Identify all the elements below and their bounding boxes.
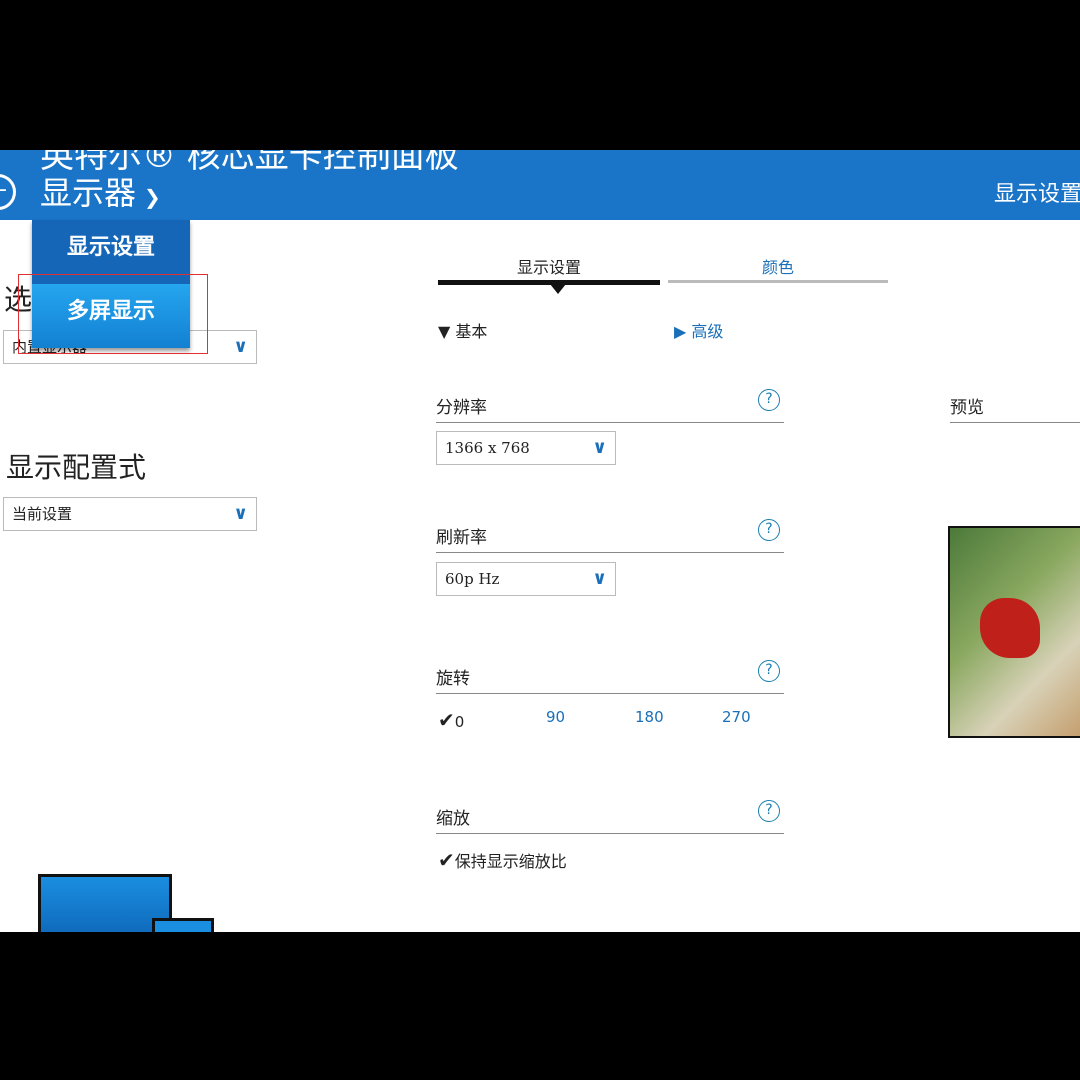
scaling-label: 缩放	[436, 809, 470, 829]
resolution-label: 分辨率	[436, 398, 487, 418]
help-icon[interactable]: ?	[758, 519, 780, 541]
chevron-down-icon: ❯	[144, 185, 161, 209]
resolution-select[interactable]: 1366 x 768 ∨	[436, 431, 616, 465]
basic-toggle[interactable]: ▼ 基本	[438, 318, 487, 342]
rotation-option-180[interactable]: 180	[635, 708, 664, 726]
advanced-toggle[interactable]: ▶ 高级	[674, 318, 723, 342]
refresh-select[interactable]: 60p Hz ∨	[436, 562, 616, 596]
advanced-label: 高级	[691, 322, 724, 341]
refresh-value: 60p Hz	[445, 570, 500, 588]
tab-display-settings[interactable]: 显示设置	[438, 254, 660, 278]
checkmark-icon: ✔	[438, 848, 455, 872]
refresh-header: 刷新率?	[436, 519, 784, 553]
tab-color[interactable]: 颜色	[668, 254, 888, 278]
help-icon[interactable]: ?	[758, 800, 780, 822]
rotation-option-270[interactable]: 270	[722, 708, 751, 726]
rotation-option-90[interactable]: 90	[546, 708, 565, 726]
hand-shape	[980, 598, 1040, 658]
help-icon[interactable]: ?	[758, 389, 780, 411]
keep-aspect-checkbox[interactable]: ✔保持显示缩放比	[438, 848, 567, 872]
header-bar: 英特尔® 核芯显卡控制面板 ← 显示器❯ 显示设置	[0, 150, 1080, 220]
back-icon[interactable]: ←	[0, 174, 16, 210]
tab-inactive-line	[668, 280, 888, 283]
resolution-value: 1366 x 768	[445, 439, 530, 457]
scaling-header: 缩放?	[436, 800, 784, 834]
refresh-label: 刷新率	[436, 528, 487, 548]
secondary-monitor-icon	[152, 918, 214, 932]
profile-label: 显示配置式	[6, 451, 147, 484]
preview-header: 预览	[950, 393, 1080, 423]
keep-aspect-label: 保持显示缩放比	[454, 852, 567, 871]
section-label: 显示器	[40, 174, 137, 212]
header-right-label: 显示设置	[994, 182, 1080, 207]
rotation-header: 旋转?	[436, 660, 784, 694]
chevron-down-icon: ∨	[233, 503, 248, 524]
help-icon[interactable]: ?	[758, 660, 780, 682]
section-dropdown[interactable]: 显示器 ❯	[40, 168, 161, 214]
chevron-down-icon: ∨	[592, 437, 607, 458]
checkmark-icon: ✔	[438, 708, 455, 732]
tab-pointer-icon	[550, 284, 566, 294]
preview-image	[948, 526, 1080, 738]
chevron-down-icon: ∨	[592, 568, 607, 589]
rotation-option-0[interactable]: ✔0	[438, 708, 464, 732]
resolution-header: 分辨率?	[436, 389, 784, 423]
control-panel-window: 英特尔® 核芯显卡控制面板 ← 显示器❯ 显示设置 选 内置显示器∨ 显示配置式…	[0, 150, 1080, 932]
preview-label: 预览	[950, 398, 984, 418]
basic-label: 基本	[455, 322, 488, 341]
highlight-box	[18, 274, 208, 354]
chevron-down-icon: ∨	[233, 336, 248, 357]
tab-active-indicator	[438, 280, 660, 285]
rotation-label: 旋转	[436, 669, 470, 689]
profile-select-value: 当前设置	[12, 505, 73, 523]
profile-select[interactable]: 当前设置 ∨	[3, 497, 257, 531]
